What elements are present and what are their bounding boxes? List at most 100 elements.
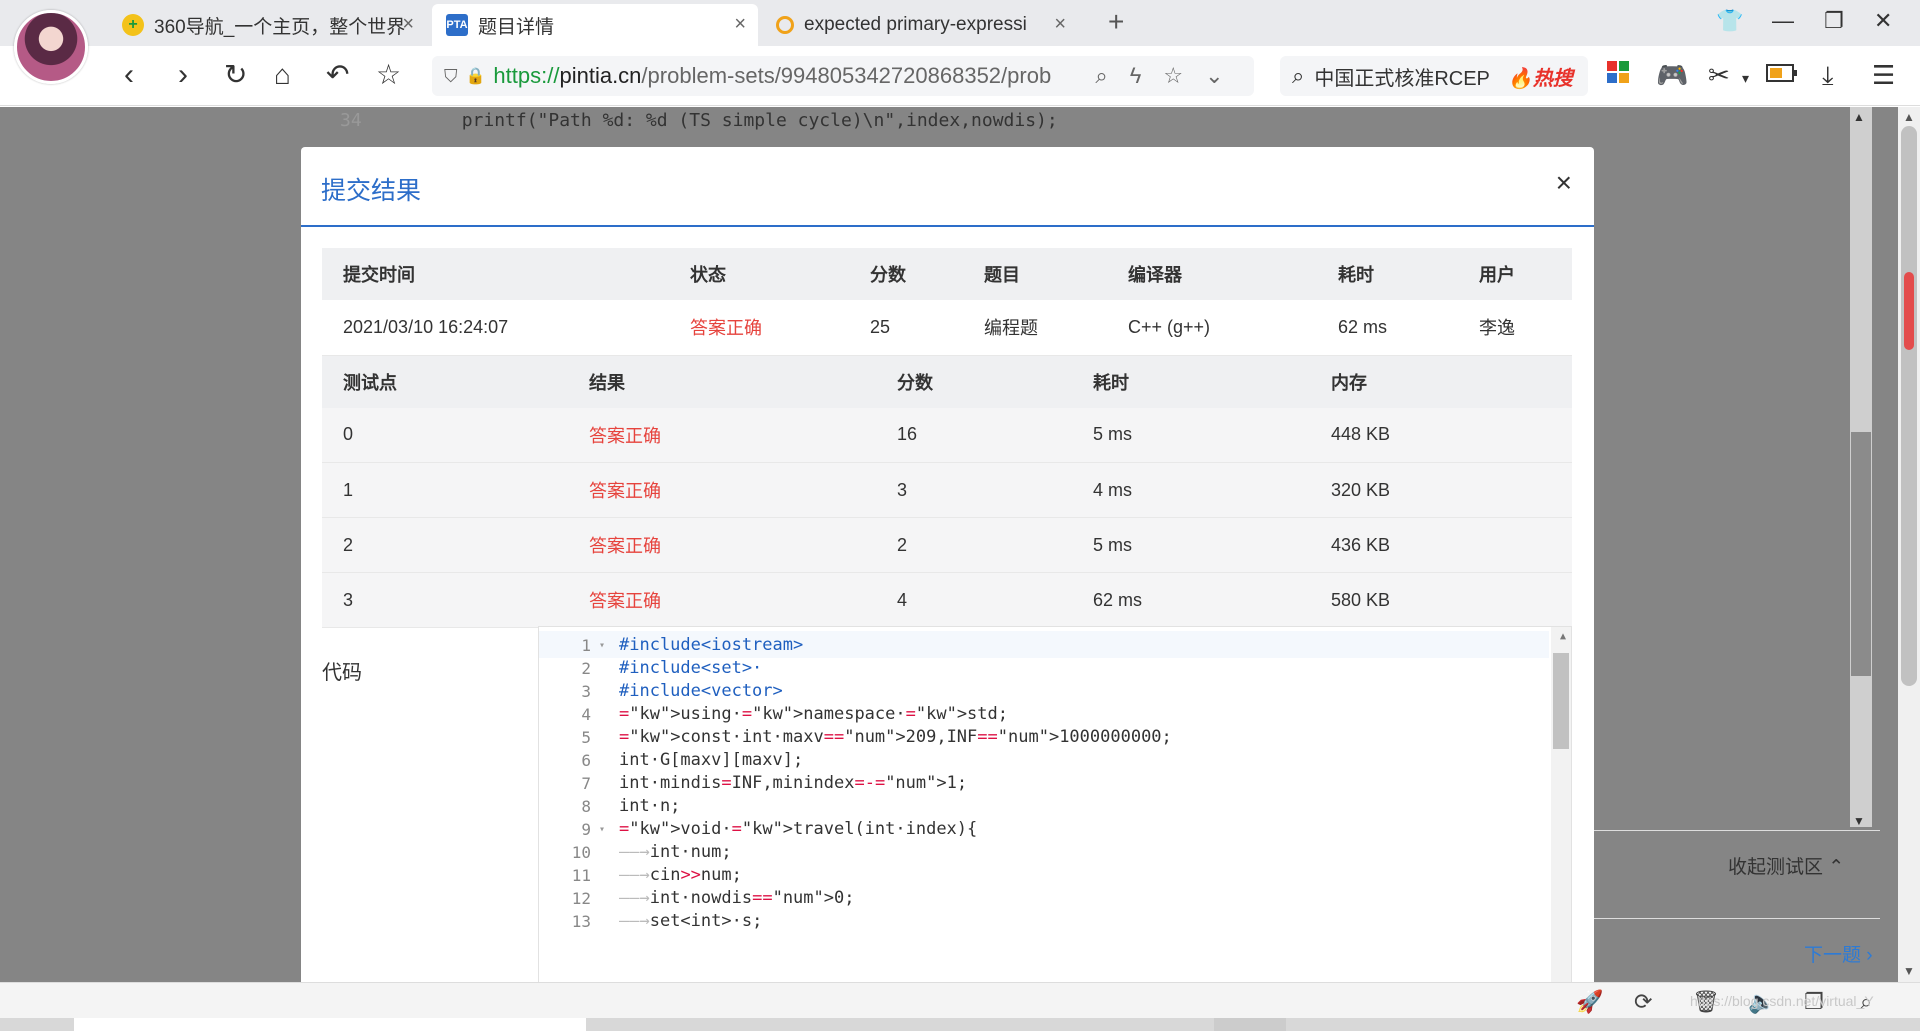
scroll-up-icon[interactable]: ▲ [1853,110,1865,124]
lightning-icon[interactable]: ϟ [1130,63,1142,89]
line-number: 12 [571,888,591,908]
line-number: 5 [581,727,591,747]
editor-scrollbar-thumb[interactable] [1553,653,1569,749]
line-number: 10 [571,842,591,862]
test-points-table: 测试点 结果 分数 耗时 内存 0 答案正确 16 5 ms 448 KB 1 [322,355,1572,628]
search-box[interactable]: ⌕ 中国正式核准RCEP 🔥热搜 [1280,56,1588,96]
avatar[interactable] [14,10,88,84]
tab-360-nav[interactable]: + 360导航_一个主页，整个世界 × [108,4,426,46]
reload-button[interactable]: ↻ [224,58,247,92]
test-id: 2 [322,517,568,573]
favorite-star-button[interactable]: ☆ [376,58,401,92]
toolbar: ‹ › ↻ ⌂ ↶ ☆ ⛉ 🔒 https://pintia.cn/proble… [0,46,1920,106]
menu-icon[interactable]: ☰ [1872,60,1895,91]
taskbar-item[interactable] [74,1018,586,1031]
restore-button[interactable]: ❐ [1824,8,1844,34]
close-window-button[interactable]: ✕ [1874,8,1892,34]
bookmark-star-icon[interactable]: ☆ [1163,63,1183,89]
back-button[interactable]: ‹ [124,58,134,92]
code-text: ="kw">void·="kw">travel(int·index){ [619,819,978,839]
code-editor[interactable]: 1 ▾ #include<iostream> 2 #include<set>· 3 #inc… [538,626,1572,982]
test-result: 答案正确 [568,462,876,518]
test-result: 答案正确 [568,517,876,573]
background-code-text: printf("Path %d: %d (TS simple cycle)\n"… [461,110,1058,131]
url-scheme: https:// [493,63,560,88]
test-memory: 436 KB [1310,517,1572,573]
minimize-button[interactable]: — [1772,8,1794,34]
header-result: 结果 [568,355,876,408]
scroll-up-icon[interactable]: ▲ [1903,110,1915,124]
refresh-icon[interactable]: ⟳ [1634,989,1652,1015]
close-tab-icon[interactable]: × [402,13,414,36]
scissors-icon[interactable]: ✂ [1708,60,1730,91]
user-name: 李逸 [1458,300,1572,356]
elapsed-time: 62 ms [1317,300,1458,356]
taskbar [0,1018,1920,1031]
360-logo-icon: + [122,14,144,36]
scroll-down-icon[interactable]: ▼ [1903,964,1915,978]
game-controller-icon[interactable]: 🎮 [1656,60,1688,91]
code-text: ="kw">const·int·maxv=="num">209,INF=="nu… [619,727,1172,747]
search-suggestion[interactable]: 中国正式核准RCEP [1314,62,1490,91]
line-number: 7 [581,773,591,793]
modal-header: 提交结果 × [301,147,1594,227]
code-text: ——→cin>>num; [619,865,742,885]
close-icon[interactable]: × [1556,167,1572,199]
rocket-icon[interactable]: 🚀 [1576,989,1603,1015]
table-row: 0 答案正确 16 5 ms 448 KB [322,407,1572,463]
code-line[interactable]: 13 ——→set<int>·s; [539,907,763,935]
code-text: int·n; [619,796,681,816]
forward-button[interactable]: › [178,58,188,92]
line-number: 6 [581,750,591,770]
battery-icon[interactable] [1766,60,1798,91]
scroll-up-icon[interactable]: ▲ [1560,631,1566,642]
shield-icon[interactable]: ⛉ [444,66,458,87]
fold-toggle-icon[interactable]: ▾ [591,640,613,651]
search-icon[interactable]: ⌕ [1292,63,1304,89]
chevron-down-icon[interactable]: ⌄ [1205,63,1223,89]
url-text[interactable]: https://pintia.cn/problem-sets/994805342… [493,63,1083,89]
chevron-down-icon[interactable]: ▾ [1742,70,1749,87]
test-memory: 320 KB [1310,462,1572,518]
code-text: ="kw">using·="kw">namespace·="kw">std; [619,704,1008,724]
skin-icon[interactable]: 👕 [1716,8,1743,34]
line-number: 13 [571,911,591,931]
zoom-icon[interactable]: ⌕ [1095,63,1107,89]
browser-scrollbar-thumb[interactable] [1901,126,1917,686]
header-memory: 内存 [1310,355,1572,408]
taskbar-item[interactable] [1214,1018,1286,1031]
test-id: 0 [322,407,568,463]
submission-result-modal: 提交结果 × 提交时间 状态 分数 题目 编译器 耗时 用户 2021/03/1… [301,147,1594,982]
address-bar[interactable]: ⛉ 🔒 https://pintia.cn/problem-sets/99480… [432,56,1254,96]
tab-problem-detail[interactable]: PTA 题目详情 × [432,4,758,46]
code-section: 代码 1 ▾ #include<iostream> 2 #include<set>· 3 #… [322,626,1572,982]
line-number: 1 [581,635,591,655]
next-problem-link[interactable]: 下一题 › [1804,940,1873,967]
fold-toggle-icon[interactable]: ▾ [591,824,613,835]
code-text: ——→int·nowdis=="num">0; [619,888,855,908]
header-score: 分数 [876,355,1072,408]
page-scrollbar-thumb[interactable] [1851,432,1871,676]
apps-grid-icon[interactable] [1606,60,1630,91]
header-test-point: 测试点 [322,355,568,408]
close-tab-icon[interactable]: × [734,13,746,36]
download-icon[interactable]: ⤓ [1822,60,1834,92]
table-row: 3 答案正确 4 62 ms 580 KB [322,572,1572,628]
undo-close-button[interactable]: ↶ [326,58,349,92]
code-text: #include<set>· [619,658,763,678]
collapse-test-area-button[interactable]: 收起测试区 ⌃ [1728,852,1844,879]
scroll-down-icon[interactable]: ▼ [1853,814,1865,828]
lock-icon[interactable]: 🔒 [466,66,486,86]
summary-row: 2021/03/10 16:24:07 答案正确 25 编程题 C++ (g++… [322,300,1572,356]
home-button[interactable]: ⌂ [274,58,291,92]
new-tab-button[interactable]: + [1108,6,1124,38]
side-indicator [1904,272,1914,350]
hot-search-badge[interactable]: 🔥热搜 [1508,62,1573,91]
line-number: 3 [581,681,591,701]
divider [1590,918,1880,919]
close-tab-icon[interactable]: × [1054,13,1066,36]
tab-expected-primary[interactable]: expected primary-expressi × [762,4,1078,46]
code-text: #include<vector> [619,681,783,701]
test-result: 答案正确 [568,407,876,463]
header-problem: 题目 [963,248,1107,300]
